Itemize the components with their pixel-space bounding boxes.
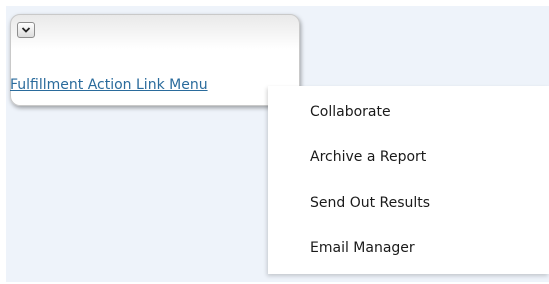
menu-item-collaborate[interactable]: Collaborate bbox=[310, 104, 391, 120]
menu-dropdown-button[interactable] bbox=[17, 22, 35, 38]
menu-item-send-results[interactable]: Send Out Results bbox=[310, 195, 430, 211]
menu-item-email-manager[interactable]: Email Manager bbox=[310, 240, 415, 256]
page-canvas: Fulfillment Action Link Menu Collaborate… bbox=[0, 0, 549, 284]
action-link-menu-trigger[interactable]: Fulfillment Action Link Menu bbox=[10, 77, 208, 93]
action-menu-popup: Collaborate Archive a Report Send Out Re… bbox=[268, 86, 549, 274]
chevron-down-icon bbox=[21, 27, 31, 33]
menu-item-archive-report[interactable]: Archive a Report bbox=[310, 149, 426, 165]
